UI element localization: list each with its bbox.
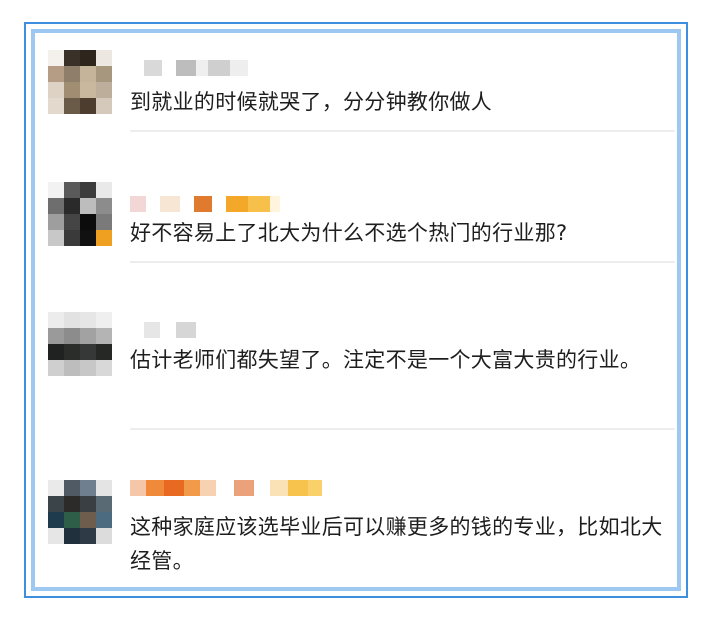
avatar[interactable] [48, 312, 112, 376]
username-blurred[interactable] [130, 322, 196, 338]
divider [130, 261, 675, 263]
comment-text: 估计老师们都失望了。注定不是一个大富大贵的行业。 [130, 348, 642, 372]
comment-text: 好不容易上了北大为什么不选个热门的行业那? [130, 221, 568, 245]
username-blurred[interactable] [130, 196, 280, 212]
comment-text: 到就业的时候就哭了，分分钟教你做人 [130, 90, 493, 114]
avatar[interactable] [48, 480, 112, 544]
avatar[interactable] [48, 182, 112, 246]
username-blurred[interactable] [130, 480, 322, 496]
divider [130, 130, 675, 132]
divider [130, 428, 675, 430]
avatar[interactable] [48, 50, 112, 114]
comment-text: 这种家庭应该选毕业后可以赚更多的钱的专业，比如北大经管。 [130, 515, 663, 573]
username-blurred[interactable] [130, 60, 248, 76]
